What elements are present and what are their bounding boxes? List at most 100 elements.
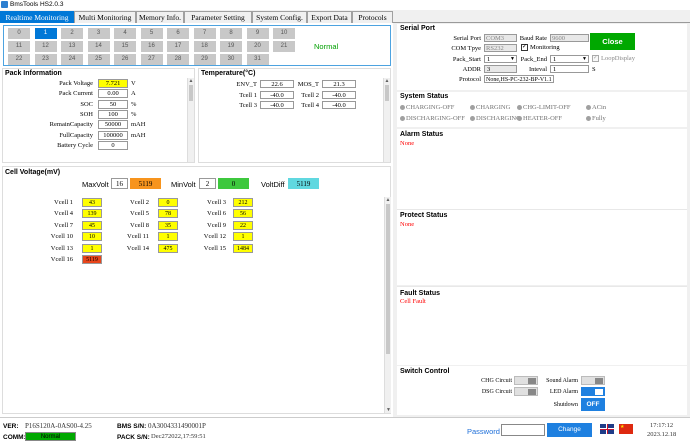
clock-time: 17:17:12 xyxy=(650,422,674,429)
pack-row-value: 50 xyxy=(98,99,128,109)
serial-port-select[interactable]: COM3 xyxy=(484,34,517,42)
cell-select-31[interactable]: 31 xyxy=(246,54,269,65)
scroll-up-icon[interactable]: ▲ xyxy=(385,197,391,203)
led-alarm-label: LED Alarm xyxy=(549,389,578,395)
cell-select-13[interactable]: 13 xyxy=(61,41,83,52)
loop-display-label: LoopDisplay xyxy=(601,55,635,62)
vcell-label: Vcell 2 xyxy=(130,199,149,206)
tab-parameter-setting[interactable]: Parameter Setting xyxy=(184,11,252,23)
cell-select-2[interactable]: 2 xyxy=(61,28,83,39)
change-button[interactable]: Change xyxy=(547,423,592,437)
cell-select-28[interactable]: 28 xyxy=(167,54,189,65)
pack-row-unit: A xyxy=(131,90,136,98)
vcell-value: 1 xyxy=(82,243,102,253)
serial-port-panel: Serial Port Serial Port COM3 Baud Rate 9… xyxy=(397,24,687,90)
monitoring-checkbox[interactable]: ✓ xyxy=(521,44,528,51)
temperature-title: Temperature(°C) xyxy=(201,70,256,77)
loop-display-checkbox[interactable]: ✓ xyxy=(592,55,599,62)
cell-select-3[interactable]: 3 xyxy=(87,28,110,39)
english-flag-icon[interactable] xyxy=(600,424,614,434)
com-type-select[interactable]: RS232 xyxy=(484,44,517,52)
tab-realtime-monitoring[interactable]: Realtime Monitoring xyxy=(0,11,74,23)
cell-select-25[interactable]: 25 xyxy=(87,54,110,65)
cell-select-26[interactable]: 26 xyxy=(114,54,136,65)
cell-select-22[interactable]: 22 xyxy=(8,54,30,65)
pack-row-unit: % xyxy=(131,110,137,118)
cell-select-0[interactable]: 0 xyxy=(8,28,30,39)
status-indicator-icon xyxy=(586,105,591,111)
baud-rate-select[interactable]: 9600 xyxy=(550,34,589,42)
cell-select-4[interactable]: 4 xyxy=(114,28,136,39)
cell-select-18[interactable]: 18 xyxy=(193,41,216,52)
pack-row-label: RemainCapacity xyxy=(49,121,93,129)
cell-select-19[interactable]: 19 xyxy=(220,41,242,52)
cell-select-29[interactable]: 29 xyxy=(193,54,216,65)
system-status-label: ACin xyxy=(592,104,607,111)
fault-status-title: Fault Status xyxy=(400,290,441,297)
vcell-label: Vcell 12 xyxy=(203,233,226,241)
cell-select-10[interactable]: 10 xyxy=(273,28,295,39)
status-indicator-icon xyxy=(400,105,405,111)
protect-status-value: None xyxy=(400,221,415,228)
cell-select-7[interactable]: 7 xyxy=(193,28,216,39)
maxvolt-cell-index: 16 xyxy=(111,178,128,189)
tcell-4-label: Tcell 4 xyxy=(301,102,319,109)
pack-row-value: 100 xyxy=(98,109,128,119)
cell-select-16[interactable]: 16 xyxy=(140,41,163,52)
cell-select-11[interactable]: 11 xyxy=(8,41,30,52)
temperature-panel: Temperature(°C) ENV_T 22.6 MOS_T 21.3 Tc… xyxy=(198,68,391,163)
env-temp-value: 22.6 xyxy=(260,80,294,88)
cell-select-15[interactable]: 15 xyxy=(114,41,136,52)
tab-system-config[interactable]: System Config. xyxy=(252,11,307,23)
close-button[interactable]: Close xyxy=(590,33,635,50)
status-indicator-icon xyxy=(586,116,591,122)
tab-protocols[interactable]: Protocols xyxy=(352,11,393,23)
interval-label: Inteval xyxy=(528,66,547,73)
cell-select-14[interactable]: 14 xyxy=(87,41,110,52)
cell-select-27[interactable]: 27 xyxy=(140,54,163,65)
cell-select-12[interactable]: 12 xyxy=(34,41,57,52)
scroll-up-icon[interactable]: ▲ xyxy=(384,78,390,84)
pack-start-chevron-icon[interactable]: ▼ xyxy=(510,56,515,62)
cell-voltage-scrollbar[interactable]: ▲ ▼ xyxy=(384,197,391,413)
scroll-up-icon[interactable]: ▲ xyxy=(188,78,194,84)
pack-row-value: 100000 xyxy=(98,130,128,140)
tab-memory-info[interactable]: Memory Info. xyxy=(136,11,184,23)
alarm-status-panel: Alarm Status None xyxy=(397,129,687,209)
pack-row-label: SOH xyxy=(79,110,93,118)
dsg-circuit-toggle[interactable] xyxy=(514,387,538,396)
pack-row-value: 0.00 xyxy=(98,89,128,99)
scroll-down-icon[interactable]: ▼ xyxy=(385,407,392,413)
pack-end-chevron-icon[interactable]: ▼ xyxy=(582,56,587,62)
cell-selector-grid: 0 1 2 3 4 5 6 7 8 9 10 11 12 13 14 15 16 17 18 19 20 21 22 23 24… xyxy=(3,25,391,66)
serial-port-title: Serial Port xyxy=(400,25,436,32)
sound-alarm-toggle[interactable] xyxy=(581,376,605,385)
cell-select-24[interactable]: 24 xyxy=(61,54,83,65)
cell-select-1[interactable]: 1 xyxy=(34,28,57,39)
cell-select-20[interactable]: 20 xyxy=(246,41,269,52)
tab-multi-monitoring[interactable]: Multi Monitoring xyxy=(74,11,136,23)
tab-export-data[interactable]: Export Data xyxy=(307,11,352,23)
vcell-label: Vcell 3 xyxy=(207,199,226,206)
pack-sn-label: PACK S/N: xyxy=(117,434,150,441)
chg-circuit-toggle[interactable] xyxy=(514,376,538,385)
chg-circuit-label: CHG Circuit xyxy=(481,378,512,384)
cell-select-23[interactable]: 23 xyxy=(34,54,57,65)
cell-select-21[interactable]: 21 xyxy=(273,41,295,52)
led-alarm-toggle[interactable] xyxy=(581,387,605,396)
addr-input[interactable]: 3 xyxy=(484,65,517,73)
cell-select-6[interactable]: 6 xyxy=(167,28,189,39)
chinese-flag-icon[interactable]: ★ xyxy=(619,424,633,434)
pack-scrollbar[interactable]: ▲ xyxy=(187,78,194,162)
dsg-circuit-label: DSG Circuit xyxy=(481,389,512,395)
cell-select-9[interactable]: 9 xyxy=(246,28,269,39)
cell-select-17[interactable]: 17 xyxy=(167,41,189,52)
system-status-label: CHARGING-OFF xyxy=(406,104,455,111)
temperature-scrollbar[interactable]: ▲ xyxy=(383,78,390,162)
cell-select-8[interactable]: 8 xyxy=(220,28,242,39)
cell-select-30[interactable]: 30 xyxy=(220,54,242,65)
interval-select[interactable]: 1 xyxy=(550,65,589,73)
shutdown-button[interactable]: OFF xyxy=(581,398,605,411)
password-input[interactable] xyxy=(501,424,545,436)
cell-select-5[interactable]: 5 xyxy=(140,28,163,39)
